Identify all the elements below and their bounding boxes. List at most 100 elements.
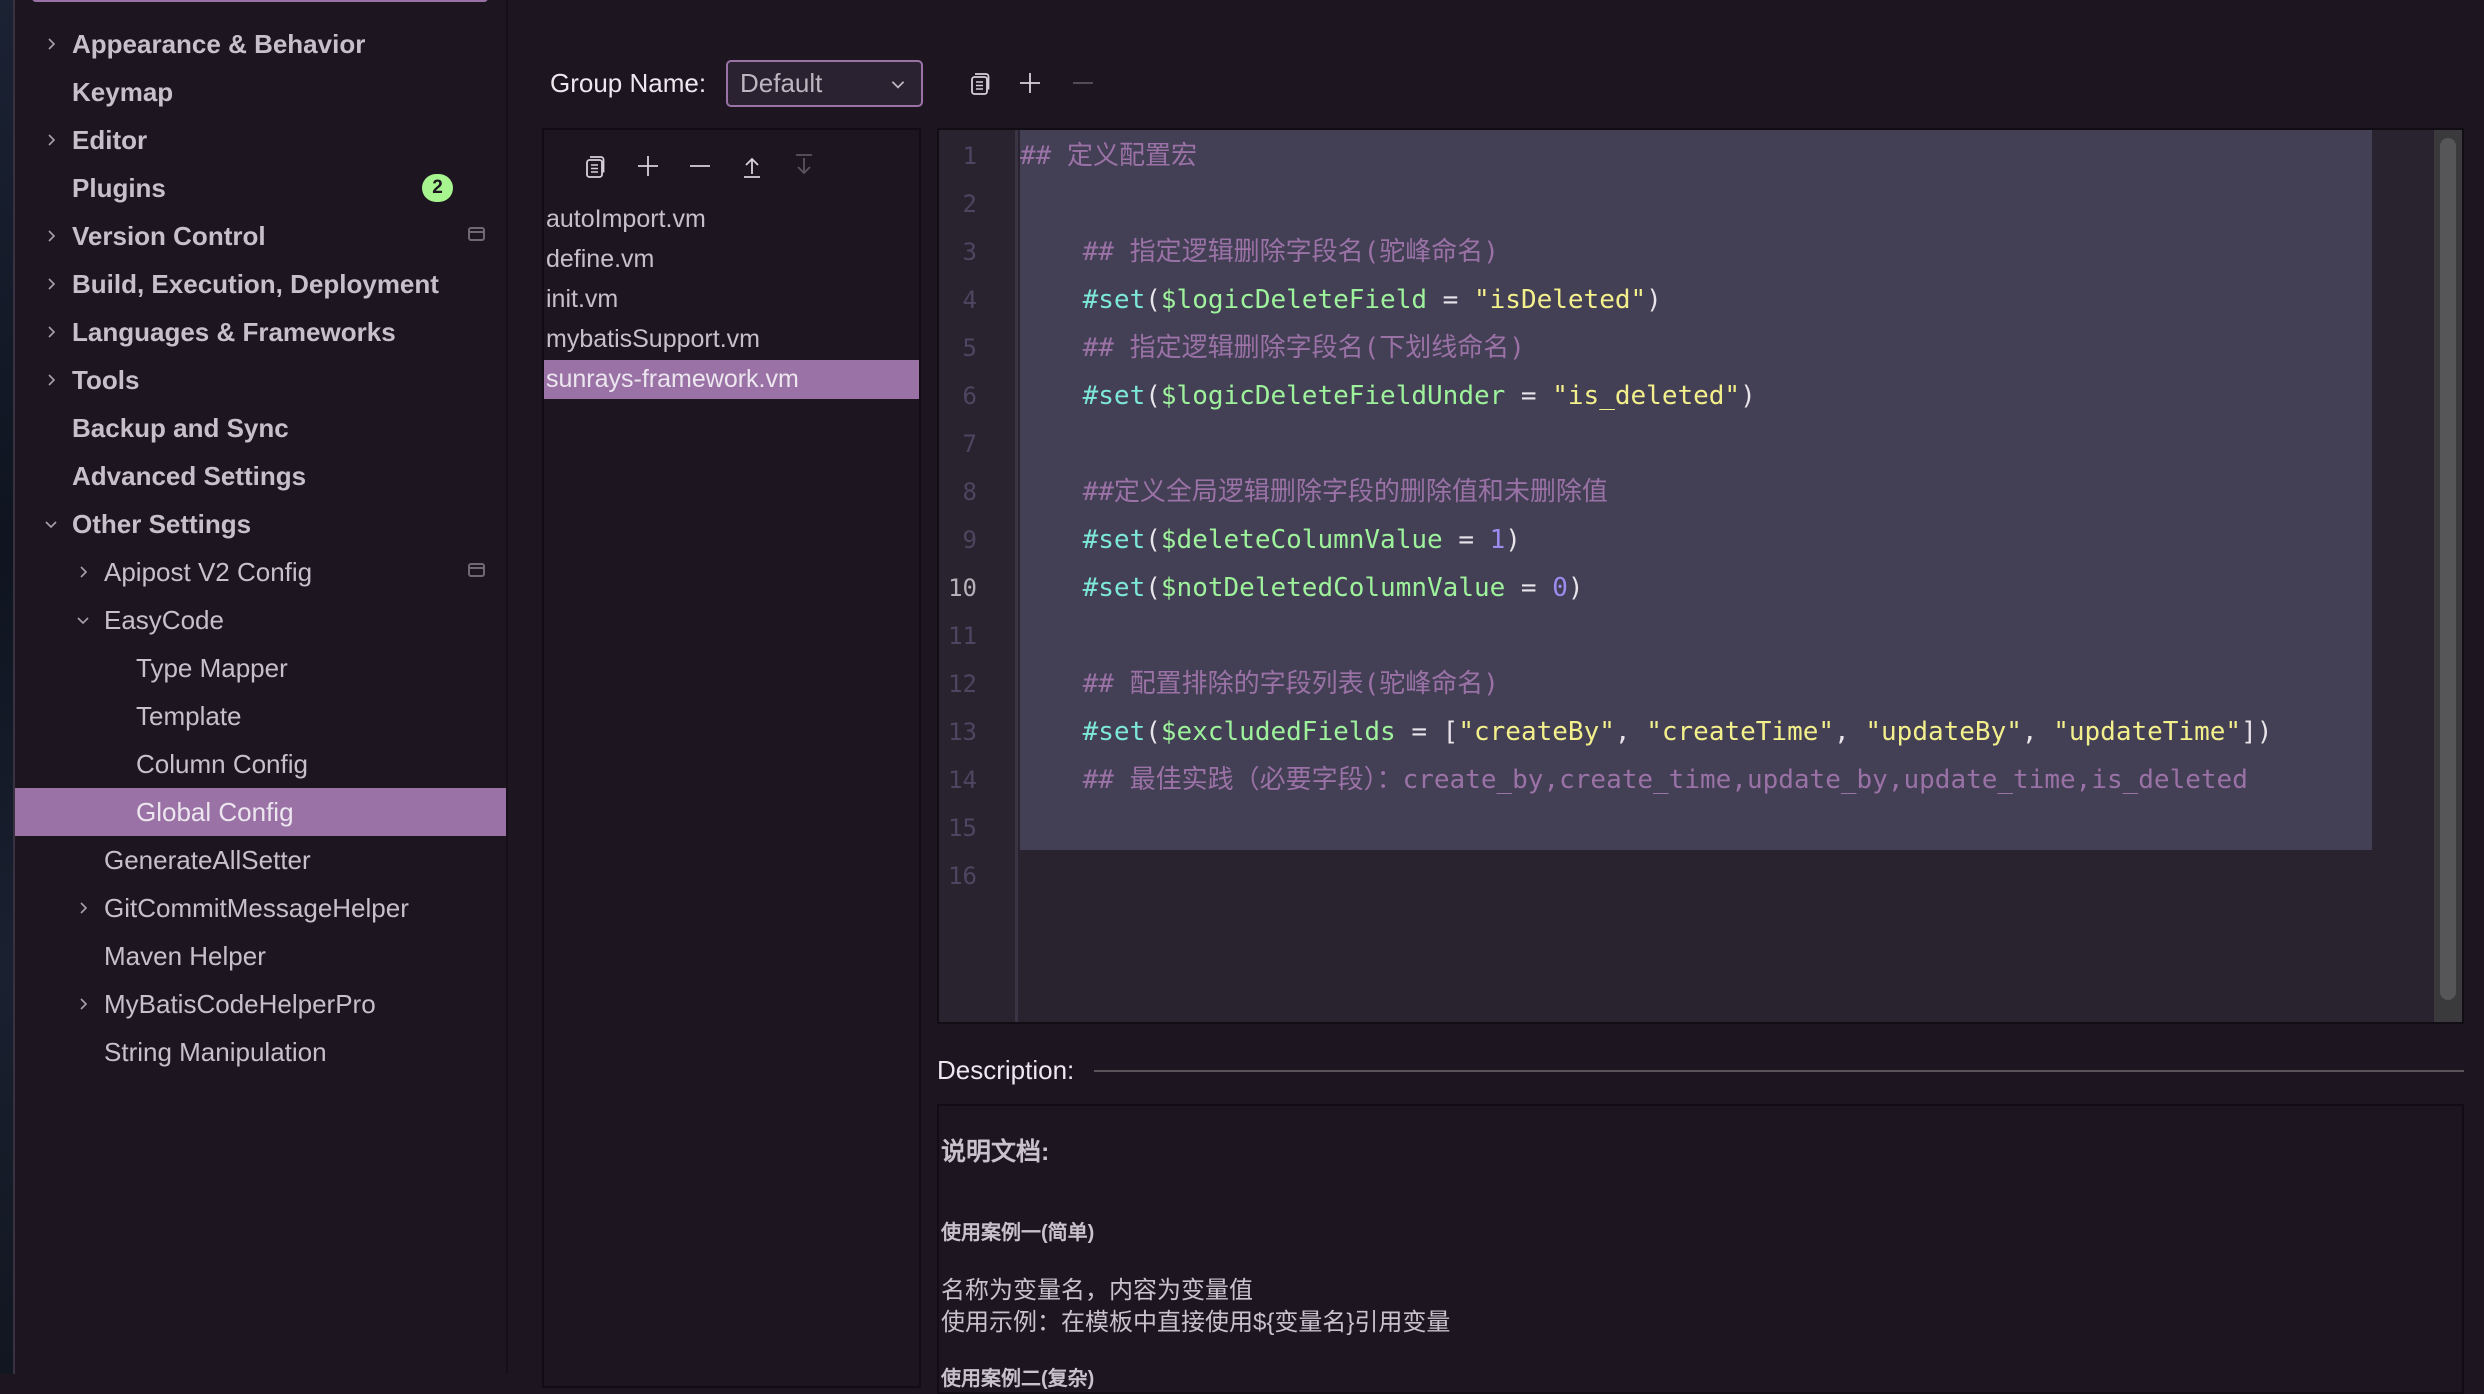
sidebar-item-gitcommitmessagehelper[interactable]: GitCommitMessageHelper: [15, 884, 507, 932]
move-up-button[interactable]: [736, 150, 768, 182]
remove-file-button[interactable]: [684, 150, 716, 182]
sidebar-item-maven-helper[interactable]: Maven Helper: [15, 932, 507, 980]
code-token-punc: (: [1145, 381, 1161, 411]
sidebar-item-version-control[interactable]: Version Control: [15, 212, 507, 260]
line-number: 2: [962, 190, 977, 218]
line-number: 5: [962, 334, 977, 362]
code-token-var: $logicDeleteField: [1160, 285, 1428, 315]
line-number: 8: [962, 478, 977, 506]
editor-vertical-scrollbar[interactable]: [2434, 130, 2462, 1022]
code-token-punc: (: [1145, 285, 1161, 315]
template-file-item[interactable]: autoImport.vm: [544, 200, 919, 239]
sidebar-item-appearance-behavior[interactable]: Appearance & Behavior: [15, 20, 507, 68]
sidebar-item-apipost-v2-config[interactable]: Apipost V2 Config: [15, 548, 507, 596]
remove-group-button[interactable]: [1067, 67, 1099, 99]
group-name-dropdown[interactable]: Default: [726, 60, 923, 107]
sidebar-item-build-execution-deployment[interactable]: Build, Execution, Deployment: [15, 260, 507, 308]
description-panel: 说明文档: 使用案例一(简单) 名称为变量名，内容为变量值 使用示例：在模板中直…: [937, 1104, 2464, 1394]
sidebar-item-mybatiscodehelperpro[interactable]: MyBatisCodeHelperPro: [15, 980, 507, 1028]
sidebar-splitter[interactable]: [506, 0, 508, 1374]
description-separator: [1094, 1070, 2464, 1072]
sidebar-item-label: GitCommitMessageHelper: [104, 892, 409, 923]
add-file-button[interactable]: [632, 150, 664, 182]
code-token-comment: ## 最佳实践（必要字段）：create_by,create_time,upda…: [1020, 765, 2248, 795]
add-group-button[interactable]: [1014, 67, 1046, 99]
search-field-edge[interactable]: [32, 0, 488, 2]
template-file-item[interactable]: define.vm: [544, 240, 919, 279]
sidebar-item-label: Appearance & Behavior: [72, 28, 366, 59]
sidebar-item-label: MyBatisCodeHelperPro: [104, 988, 376, 1019]
sidebar-item-keymap[interactable]: Keymap: [15, 68, 507, 116]
template-file-item[interactable]: mybatisSupport.vm: [544, 320, 919, 359]
sidebar-item-label: Global Config: [136, 796, 294, 827]
group-name-value: Default: [740, 68, 823, 98]
sidebar-item-languages-frameworks[interactable]: Languages & Frameworks: [15, 308, 507, 356]
chevron-right-icon[interactable]: [42, 323, 60, 341]
code-line: #set($logicDeleteFieldUnder = "is_delete…: [1020, 372, 1756, 420]
sidebar-item-label: Version Control: [72, 220, 266, 251]
code-token-kw: #set: [1082, 381, 1146, 411]
code-editor[interactable]: 1 2 3 4 5 6 7 8 9 10 11 12 13 14 15 16 ## 定义配置宏 ## 指定逻辑…: [937, 128, 2464, 1024]
code-token-punc: =: [1442, 525, 1490, 555]
sidebar-item-template[interactable]: Template: [15, 692, 507, 740]
code-line: ## 最佳实践（必要字段）：create_by,create_time,upda…: [1020, 756, 2248, 804]
chevron-right-icon[interactable]: [74, 563, 92, 581]
sidebar-item-tools[interactable]: Tools: [15, 356, 507, 404]
plus-icon: [1020, 73, 1040, 93]
code-token-var: $logicDeleteFieldUnder: [1160, 381, 1506, 411]
chevron-down-icon[interactable]: [42, 515, 60, 533]
code-token-str: "updateTime": [2053, 717, 2242, 747]
template-file-item[interactable]: sunrays-framework.vm: [544, 360, 919, 399]
code-line: #set($logicDeleteField = "isDeleted"): [1020, 276, 1662, 324]
sidebar-item-generateallsetter[interactable]: GenerateAllSetter: [15, 836, 507, 884]
chevron-right-icon[interactable]: [42, 131, 60, 149]
copy-file-button[interactable]: [579, 150, 611, 182]
chevron-right-icon[interactable]: [42, 275, 60, 293]
code-token-num: 0: [1552, 573, 1568, 603]
sidebar-item-label: GenerateAllSetter: [104, 844, 311, 875]
code-token-comment: ##定义全局逻辑删除字段的删除值和未删除值: [1020, 477, 1608, 507]
sidebar-item-label: Languages & Frameworks: [72, 316, 396, 347]
chevron-right-icon[interactable]: [42, 371, 60, 389]
line-number: 6: [962, 382, 977, 410]
scrollbar-thumb[interactable]: [2440, 138, 2456, 1000]
arrow-up-icon: [744, 157, 760, 178]
sidebar-item-editor[interactable]: Editor: [15, 116, 507, 164]
code-token-kw: #set: [1082, 717, 1146, 747]
sidebar-item-type-mapper[interactable]: Type Mapper: [15, 644, 507, 692]
chevron-right-icon[interactable]: [74, 995, 92, 1013]
sidebar-item-column-config[interactable]: Column Config: [15, 740, 507, 788]
project-level-icon: [468, 563, 485, 577]
code-token-var: $deleteColumnValue: [1160, 525, 1443, 555]
sidebar-item-other-settings[interactable]: Other Settings: [15, 500, 507, 548]
line-number: 10: [948, 574, 977, 602]
code-token-kw: #set: [1082, 285, 1146, 315]
code-line: ## 指定逻辑删除字段名(驼峰命名): [1020, 228, 1499, 276]
chevron-down-icon[interactable]: [74, 611, 92, 629]
code-token-punc: ,: [1834, 717, 1866, 747]
chevron-right-icon[interactable]: [42, 227, 60, 245]
sidebar-item-label: Plugins: [72, 172, 166, 203]
copy-icon: [971, 73, 990, 95]
template-file-item[interactable]: init.vm: [544, 280, 919, 319]
line-number: 16: [948, 862, 977, 890]
sidebar-item-advanced-settings[interactable]: Advanced Settings: [15, 452, 507, 500]
sidebar-item-plugins[interactable]: Plugins 2: [15, 164, 507, 212]
sidebar-item-backup-and-sync[interactable]: Backup and Sync: [15, 404, 507, 452]
sidebar-item-global-config[interactable]: Global Config: [15, 788, 507, 836]
copy-group-button[interactable]: [964, 67, 996, 99]
code-token-punc: =: [1505, 381, 1553, 411]
sidebar-item-label: Apipost V2 Config: [104, 556, 313, 587]
sidebar-item-easycode[interactable]: EasyCode: [15, 596, 507, 644]
code-token-num: 1: [1489, 525, 1506, 555]
line-number: 15: [948, 814, 977, 842]
sidebar-item-label: Editor: [72, 124, 148, 155]
sidebar-item-string-manipulation[interactable]: String Manipulation: [15, 1028, 507, 1076]
code-line: ## 指定逻辑删除字段名(下划线命名): [1020, 324, 1525, 372]
chevron-right-icon[interactable]: [74, 899, 92, 917]
code-token-str: "createBy": [1458, 717, 1615, 747]
move-down-button[interactable]: [788, 150, 820, 182]
template-file-list-panel: autoImport.vm define.vm init.vm mybatisSupp…: [542, 128, 921, 1388]
chevron-right-icon[interactable]: [42, 35, 60, 53]
